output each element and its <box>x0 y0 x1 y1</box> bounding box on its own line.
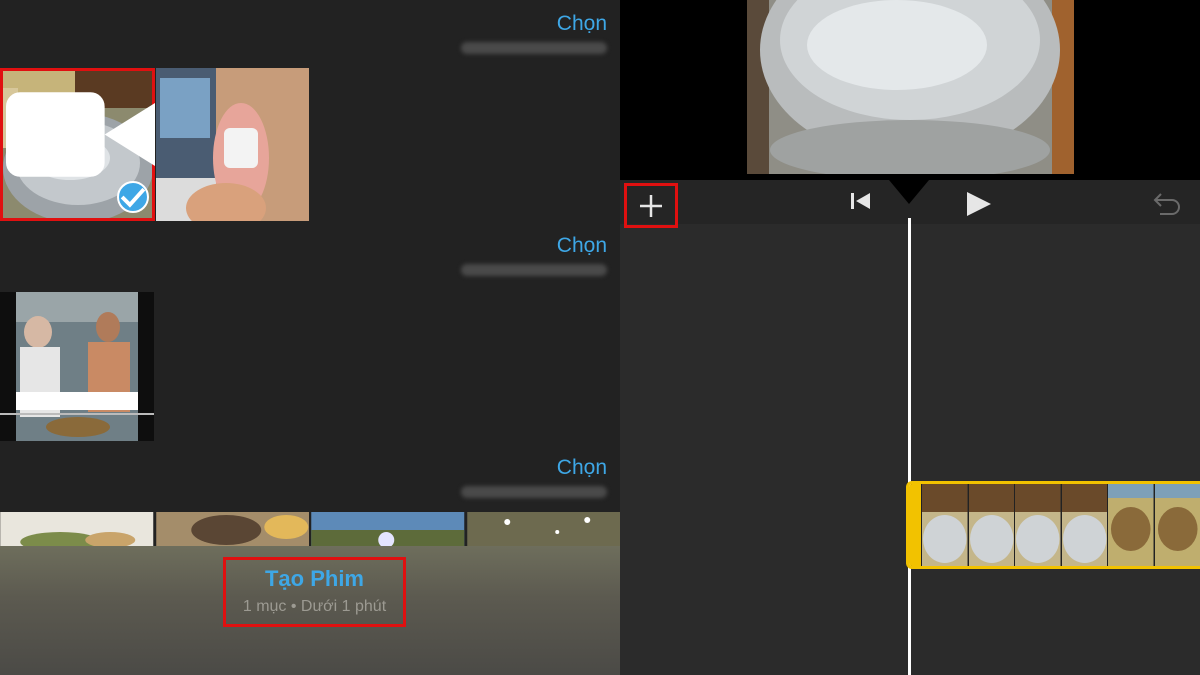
media-thumb-row <box>0 512 620 548</box>
select-button[interactable]: Chọn <box>461 456 607 480</box>
checkmark-icon <box>117 181 149 213</box>
clip-frame <box>1014 484 1061 566</box>
media-library-panel: Chọn Chọn Chọn Tạo Phim 1 mục • Dưới 1 p… <box>0 0 620 675</box>
clip-frame <box>1107 484 1154 566</box>
section-header-3: Chọn <box>461 456 607 503</box>
section-header-1: Chọn <box>461 12 607 59</box>
media-thumb-cooking-video[interactable] <box>0 292 154 441</box>
skip-to-start-icon[interactable] <box>850 192 872 210</box>
create-movie-title: Tạo Phim <box>264 566 364 591</box>
section-date-blurred <box>461 42 607 54</box>
media-thumb-dish[interactable] <box>155 512 310 548</box>
preview-frame <box>747 0 1074 174</box>
clip-frame <box>921 484 968 566</box>
editor-panel <box>620 0 1200 675</box>
create-movie-button[interactable]: Tạo Phim 1 mục • Dưới 1 phút <box>223 557 406 627</box>
clip-frame <box>1153 484 1200 566</box>
mouse-photo-image <box>156 68 309 221</box>
clip-frame <box>1060 484 1107 566</box>
play-icon[interactable] <box>965 190 993 218</box>
media-thumb-ice-video[interactable] <box>0 68 155 221</box>
timeline-clip[interactable] <box>906 481 1200 569</box>
section-header-2: Chọn <box>461 234 607 281</box>
cooking-video-image <box>0 292 154 441</box>
undo-icon[interactable] <box>1152 190 1182 216</box>
media-thumb-outdoor[interactable] <box>311 512 465 548</box>
media-thumb-water[interactable] <box>466 512 621 548</box>
select-button[interactable]: Chọn <box>461 12 607 36</box>
imovie-screen: Chọn Chọn Chọn Tạo Phim 1 mục • Dưới 1 p… <box>0 0 1200 675</box>
media-thumb-mouse[interactable] <box>156 68 309 221</box>
select-button[interactable]: Chọn <box>461 234 607 258</box>
clip-trim-handle[interactable] <box>909 484 921 566</box>
media-thumb-food[interactable] <box>0 512 154 548</box>
playhead-line[interactable] <box>908 218 911 675</box>
section-date-blurred <box>461 264 607 276</box>
clip-frame <box>967 484 1014 566</box>
section-date-blurred <box>461 486 607 498</box>
plus-icon <box>640 194 662 217</box>
create-movie-subtitle: 1 mục • Dưới 1 phút <box>242 598 387 615</box>
add-media-button[interactable] <box>624 183 678 228</box>
playhead-marker[interactable] <box>889 180 929 204</box>
preview-viewer <box>620 0 1200 180</box>
